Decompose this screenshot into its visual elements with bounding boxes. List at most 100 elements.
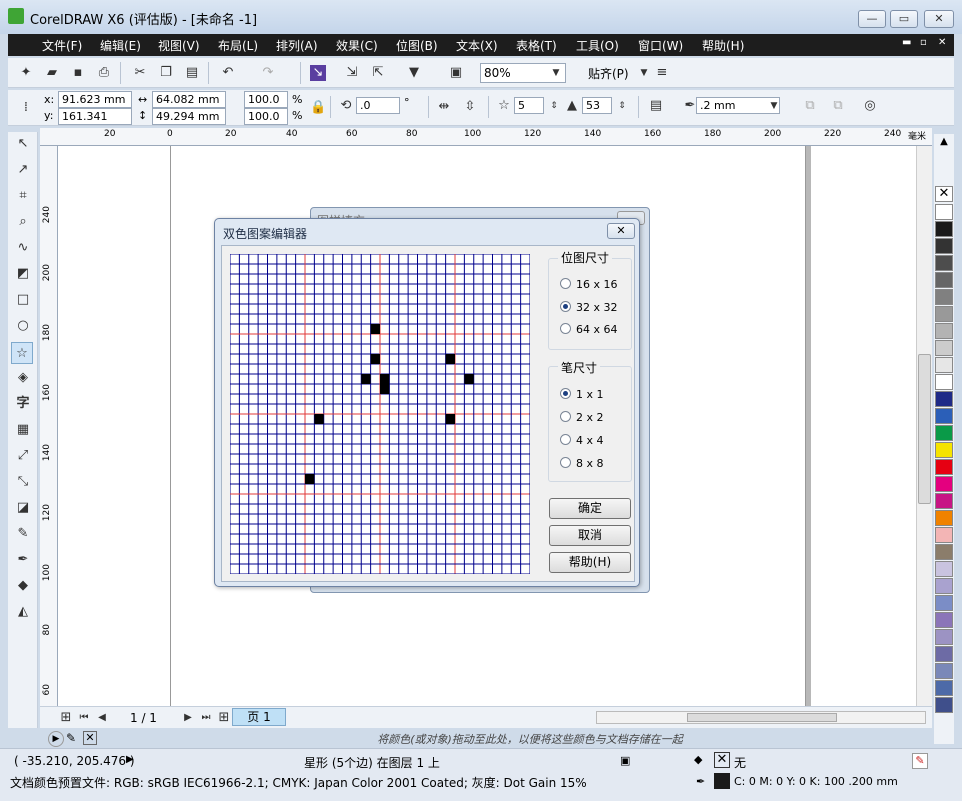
palette-swatch[interactable] — [935, 391, 953, 407]
rectangle-tool-icon[interactable]: □ — [15, 292, 31, 308]
menu-effects[interactable]: 效果(C) — [336, 37, 378, 54]
interactive-fill-tool-icon[interactable]: ◭ — [15, 604, 31, 620]
menu-file[interactable]: 文件(F) — [42, 37, 82, 54]
menu-table[interactable]: 表格(T) — [516, 37, 557, 54]
palette-swatch[interactable] — [935, 595, 953, 611]
paste-icon[interactable]: ▤ — [184, 65, 200, 81]
menu-layout[interactable]: 布局(L) — [218, 37, 258, 54]
rotation-angle-field[interactable]: .0 — [356, 97, 400, 114]
first-page-icon[interactable]: ⏮ — [76, 710, 92, 726]
palette-swatch[interactable] — [935, 493, 953, 509]
pick-tool-icon[interactable]: ↖ — [15, 136, 31, 152]
filled-pixel[interactable] — [464, 374, 474, 384]
cut-icon[interactable]: ✂ — [132, 65, 148, 81]
palette-swatch[interactable] — [935, 340, 953, 356]
no-color-icon[interactable]: ✕ — [83, 731, 97, 745]
palette-swatch[interactable] — [935, 612, 953, 628]
new-document-icon[interactable]: ✦ — [18, 65, 34, 81]
outline-tool-icon[interactable]: ✒ — [15, 552, 31, 568]
undo-icon[interactable]: ↶ — [220, 65, 236, 81]
freehand-tool-icon[interactable]: ∿ — [15, 240, 31, 256]
palette-swatch[interactable] — [935, 306, 953, 322]
pen-size-1-radio[interactable]: 1 x 1 — [560, 388, 604, 401]
copy-icon[interactable]: ❐ — [158, 65, 174, 81]
doc-minimize-icon[interactable]: ▬ — [902, 37, 911, 48]
palette-swatch[interactable] — [935, 544, 953, 560]
sharpness-field[interactable]: 53 — [582, 97, 612, 114]
vertical-ruler[interactable]: 240 200 180 160 140 120 100 80 60 — [40, 146, 58, 706]
x-position-field[interactable]: 91.623 mm — [58, 91, 132, 108]
height-field[interactable]: 49.294 mm — [152, 108, 226, 125]
palette-swatch[interactable] — [935, 357, 953, 373]
palette-swatch[interactable] — [935, 442, 953, 458]
scale-x-field[interactable]: 100.0 — [244, 91, 288, 108]
palette-swatch[interactable] — [935, 629, 953, 645]
palette-swatch[interactable] — [935, 459, 953, 475]
chevron-down-icon[interactable]: ▼ — [766, 98, 782, 114]
import-icon[interactable]: ⇲ — [344, 65, 360, 81]
dimension-tool-icon[interactable]: ⤢ — [15, 448, 31, 464]
next-page-icon[interactable]: ▶ — [180, 710, 196, 726]
minimize-button[interactable]: — — [858, 10, 886, 28]
smart-fill-tool-icon[interactable]: ◩ — [15, 266, 31, 282]
color-profile-info[interactable]: 文档颜色预置文件: RGB: sRGB IEC61966-2.1; CMYK: … — [10, 774, 587, 791]
menu-view[interactable]: 视图(V) — [158, 37, 200, 54]
menu-edit[interactable]: 编辑(E) — [100, 37, 141, 54]
eyedropper-icon[interactable]: ✎ — [66, 731, 76, 745]
wrap-text-icon[interactable]: ▤ — [648, 98, 664, 114]
menu-bitmaps[interactable]: 位图(B) — [396, 37, 438, 54]
object-origin-icon[interactable]: ⁞ — [18, 100, 34, 116]
menu-window[interactable]: 窗口(W) — [638, 37, 683, 54]
palette-swatch[interactable] — [935, 289, 953, 305]
palette-swatch[interactable] — [935, 646, 953, 662]
scale-y-field[interactable]: 100.0 — [244, 108, 288, 125]
palette-flyout-icon[interactable]: ▶ — [48, 731, 64, 747]
table-tool-icon[interactable]: ▦ — [15, 422, 31, 438]
spinner-icon[interactable]: ⇕ — [546, 98, 562, 114]
chevron-down-icon[interactable]: ▼ — [636, 65, 652, 81]
restore-button[interactable]: ▭ — [890, 10, 918, 28]
basic-shapes-tool-icon[interactable]: ◈ — [15, 370, 31, 386]
star-tool-icon[interactable]: ☆ — [11, 342, 33, 364]
spinner-icon[interactable]: ⇕ — [614, 98, 630, 114]
dialog-close-button[interactable]: ✕ — [607, 223, 635, 239]
help-button[interactable]: 帮助(H) — [549, 552, 631, 573]
filled-pixel[interactable] — [380, 374, 390, 384]
search-content-icon[interactable]: ↘ — [310, 65, 326, 81]
width-field[interactable]: 64.082 mm — [152, 91, 226, 108]
palette-swatch[interactable] — [935, 425, 953, 441]
lock-ratio-icon[interactable]: 🔒 — [310, 100, 326, 116]
open-icon[interactable]: ▰ — [44, 65, 60, 81]
page-tab[interactable]: 页 1 — [232, 708, 286, 726]
convert-to-curves-icon[interactable]: ◎ — [862, 98, 878, 114]
horizontal-scrollbar[interactable] — [596, 711, 926, 724]
filled-pixel[interactable] — [314, 414, 324, 424]
doc-restore-icon[interactable]: ▫ — [920, 37, 927, 48]
scrollbar-thumb[interactable] — [918, 354, 931, 504]
pen-size-4-radio[interactable]: 4 x 4 — [560, 434, 604, 447]
palette-swatch[interactable] — [935, 697, 953, 713]
filled-pixel[interactable] — [361, 374, 371, 384]
front-icon[interactable]: ⧉ — [802, 98, 818, 114]
palette-swatch[interactable] — [935, 255, 953, 271]
last-page-icon[interactable]: ⏭ — [198, 710, 214, 726]
close-button[interactable]: ✕ — [924, 10, 954, 28]
add-page-icon[interactable]: ⊞ — [58, 710, 74, 726]
mirror-horizontal-icon[interactable]: ⇹ — [436, 99, 452, 115]
palette-swatch[interactable] — [935, 323, 953, 339]
save-icon[interactable]: ▪ — [70, 65, 86, 81]
scrollbar-thumb[interactable] — [687, 713, 837, 722]
previous-page-icon[interactable]: ◀ — [94, 710, 110, 726]
zoom-tool-icon[interactable]: ⌕ — [15, 214, 31, 230]
edit-fill-icon[interactable]: ✎ — [912, 753, 928, 769]
back-icon[interactable]: ⧉ — [830, 98, 846, 114]
palette-swatch[interactable] — [935, 476, 953, 492]
print-icon[interactable]: ⎙ — [96, 65, 112, 81]
ellipse-tool-icon[interactable]: ○ — [15, 318, 31, 334]
pattern-grid[interactable] — [230, 254, 530, 574]
application-launcher-icon[interactable]: ▼ — [406, 65, 422, 81]
shape-tool-icon[interactable]: ↗ — [15, 162, 31, 178]
welcome-screen-icon[interactable]: ▣ — [448, 65, 464, 81]
fill-tool-icon[interactable]: ◆ — [15, 578, 31, 594]
bitmap-size-32-radio[interactable]: 32 x 32 — [560, 301, 618, 314]
